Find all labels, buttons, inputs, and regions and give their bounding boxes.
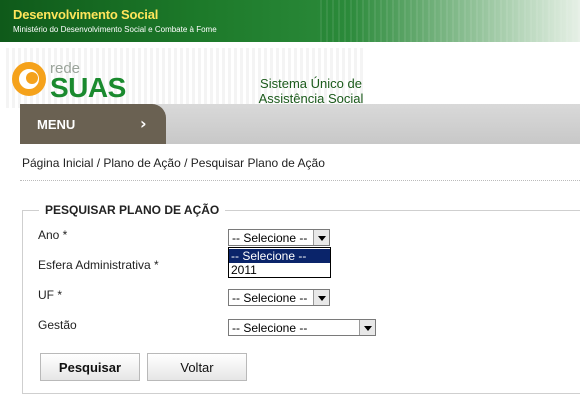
back-button[interactable]: Voltar xyxy=(147,353,247,381)
uf-select-value: -- Selecione -- xyxy=(232,291,308,305)
logo-dot-icon xyxy=(26,72,38,84)
form-legend: PESQUISAR PLANO DE AÇÃO xyxy=(39,203,226,217)
uf-label: UF * xyxy=(38,288,62,302)
ano-option-2011[interactable]: 2011 xyxy=(229,263,330,277)
breadcrumb: Página Inicial / Plano de Ação / Pesquis… xyxy=(22,156,325,170)
header: rede SUAS Sistema Único de Assistência S… xyxy=(0,42,580,110)
banner-decoration xyxy=(320,0,580,42)
esfera-label: Esfera Administrativa * xyxy=(38,258,159,272)
system-title-line1: Sistema Único de xyxy=(260,76,362,91)
gestao-label: Gestão xyxy=(38,318,77,332)
chevron-right-icon: › xyxy=(140,114,147,133)
uf-select[interactable]: -- Selecione -- xyxy=(228,289,330,306)
chevron-down-icon[interactable] xyxy=(313,290,329,305)
chevron-down-icon[interactable] xyxy=(359,320,375,335)
chevron-down-icon[interactable] xyxy=(313,230,329,245)
ano-dropdown-list: -- Selecione -- 2011 xyxy=(228,247,331,278)
ano-select[interactable]: -- Selecione -- xyxy=(228,229,330,246)
gestao-select-value: -- Selecione -- xyxy=(232,321,308,335)
menu-bar: MENU › xyxy=(20,104,580,144)
ano-label: Ano * xyxy=(38,228,68,242)
gestao-select[interactable]: -- Selecione -- xyxy=(228,319,376,336)
menu-button[interactable]: MENU › xyxy=(20,104,166,144)
ano-option-selecione[interactable]: -- Selecione -- xyxy=(229,249,330,263)
search-button[interactable]: Pesquisar xyxy=(40,353,140,381)
top-banner: Desenvolvimento Social Ministério do Des… xyxy=(0,0,580,42)
logo-suas-text: SUAS xyxy=(50,72,126,103)
system-title: Sistema Único de Assistência Social xyxy=(256,76,366,106)
ano-select-value: -- Selecione -- xyxy=(232,231,308,245)
menu-label: MENU xyxy=(37,117,76,132)
divider xyxy=(20,180,580,181)
ministry-subtitle: Ministério do Desenvolvimento Social e C… xyxy=(13,25,217,34)
ministry-title: Desenvolvimento Social xyxy=(13,7,159,22)
